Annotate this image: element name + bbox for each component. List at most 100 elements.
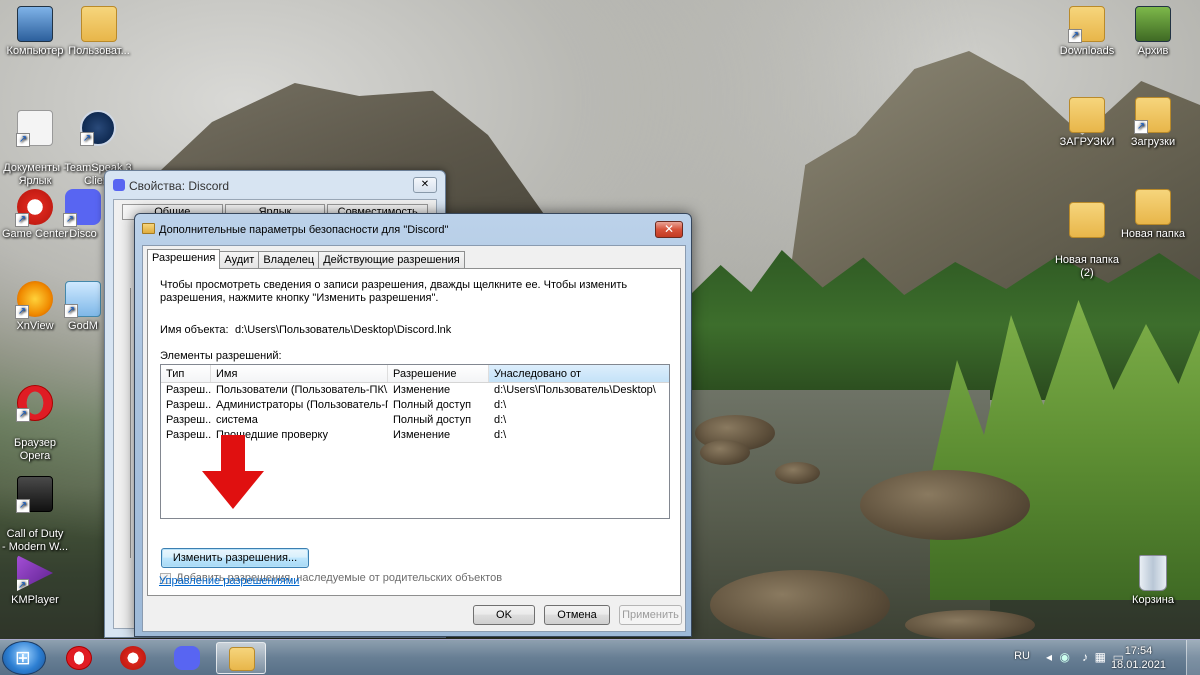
- show-hidden-icons[interactable]: ◂: [1046, 650, 1052, 664]
- kmplayer-icon: [17, 555, 53, 591]
- clock-date: 18.01.2021: [1110, 659, 1166, 671]
- desktop-icon-discord[interactable]: Disco: [60, 189, 106, 241]
- downloads-folder-icon: [1068, 6, 1105, 43]
- object-name-value: d:\Users\Пользователь\Desktop\Discord.ln…: [235, 324, 452, 336]
- cell-type: Разреш...: [166, 414, 211, 426]
- cell-type: Разреш...: [166, 399, 211, 411]
- desktop-icon-godmode[interactable]: GodM: [60, 281, 106, 333]
- xnview-icon: [15, 281, 53, 319]
- volume-icon[interactable]: ♪: [1082, 650, 1088, 664]
- cell-type: Разреш...: [166, 384, 211, 396]
- desktop-icon-zagruzki-upper[interactable]: ЗАГРУЗКИ: [1052, 97, 1122, 149]
- wallpaper-rock: [905, 610, 1035, 640]
- column-inherited-from[interactable]: Унаследовано от: [489, 365, 669, 382]
- documents-shortcut-icon: [16, 110, 53, 147]
- manage-permissions-link[interactable]: Управление разрешениями: [159, 575, 299, 587]
- call-of-duty-icon: [16, 476, 53, 513]
- network-icon[interactable]: ▦: [1095, 650, 1106, 664]
- folder-icon: [142, 223, 155, 234]
- dialog-title: Дополнительные параметры безопасности дл…: [159, 224, 449, 236]
- column-name[interactable]: Имя: [211, 365, 388, 382]
- dialog-close-button[interactable]: ✕: [655, 221, 683, 238]
- column-permission[interactable]: Разрешение: [388, 365, 489, 382]
- recycle-bin-icon: [1139, 555, 1167, 591]
- taskbar-game-center[interactable]: [108, 642, 158, 674]
- taskbar: RU ◂ ◉ ♪ ▦ ▭ 17:54 18.01.2021: [0, 639, 1200, 675]
- cell-permission: Полный доступ: [393, 414, 472, 426]
- dialog-tabs: Разрешения Аудит Владелец Действующие ра…: [147, 249, 465, 269]
- wallpaper-rock: [700, 440, 750, 465]
- start-button[interactable]: [2, 641, 46, 675]
- advanced-security-dialog[interactable]: Дополнительные параметры безопасности дл…: [134, 213, 692, 637]
- godmode-icon: [64, 281, 101, 318]
- discord-icon: [174, 646, 200, 670]
- folder-icon: [1134, 97, 1171, 134]
- desktop-icon-opera[interactable]: Браузер Opera: [0, 372, 70, 476]
- taskbar-explorer[interactable]: [216, 642, 266, 674]
- teamspeak-icon: [80, 110, 116, 146]
- desktop-icon-recycle-bin[interactable]: Корзина: [1118, 555, 1188, 607]
- security-icon[interactable]: ◉: [1060, 650, 1070, 664]
- clock-time: 17:54: [1124, 645, 1153, 657]
- apply-button[interactable]: Применить: [619, 605, 682, 625]
- desktop-icon-computer[interactable]: Компьютер: [0, 6, 70, 58]
- table-row[interactable]: Разреш... Администраторы (Пользователь-П…: [161, 398, 669, 413]
- cell-permission: Полный доступ: [393, 399, 472, 411]
- cell-inherited: d:\Users\Пользователь\Desktop\: [494, 384, 656, 396]
- wallpaper-rock: [860, 470, 1030, 540]
- table-row[interactable]: Разреш... Пользователи (Пользователь-ПК\…: [161, 383, 669, 398]
- game-center-icon: [15, 189, 53, 227]
- desktop-icon-call-of-duty[interactable]: Call of Duty - Modern W...: [0, 463, 70, 567]
- red-arrow-annotation: [202, 435, 264, 509]
- instructions-text: Чтобы просмотреть сведения о записи разр…: [160, 279, 628, 304]
- language-indicator[interactable]: RU: [1014, 650, 1030, 662]
- tab-audit[interactable]: Аудит: [219, 251, 260, 268]
- cell-name: система: [216, 414, 258, 426]
- cell-inherited: d:\: [494, 414, 507, 426]
- game-center-icon: [120, 646, 146, 670]
- desktop-icon-user-folder[interactable]: Пользоват...: [64, 6, 134, 58]
- computer-icon: [17, 6, 53, 42]
- cell-permission: Изменение: [393, 384, 451, 396]
- user-folder-icon: [81, 6, 117, 42]
- properties-close-button[interactable]: ✕: [413, 177, 437, 193]
- taskbar-opera[interactable]: [54, 642, 104, 674]
- wallpaper-rock: [710, 570, 890, 640]
- cell-name: Пользователи (Пользователь-ПК\...: [216, 384, 388, 396]
- tab-effective-permissions[interactable]: Действующие разрешения: [318, 251, 465, 268]
- cell-inherited: d:\: [494, 399, 507, 411]
- column-type[interactable]: Тип: [161, 365, 211, 382]
- opera-icon: [16, 385, 53, 422]
- cell-name: Администраторы (Пользователь-П...: [216, 399, 388, 411]
- desktop-icon-kmplayer[interactable]: KMPlayer: [0, 555, 70, 607]
- show-desktop-button[interactable]: [1186, 640, 1200, 675]
- tab-permissions[interactable]: Разрешения: [147, 249, 221, 269]
- desktop-icon-archive[interactable]: Архив: [1118, 6, 1188, 58]
- discord-icon: [63, 189, 101, 227]
- cell-inherited: d:\: [494, 429, 507, 441]
- taskbar-discord[interactable]: [162, 642, 212, 674]
- cell-permission: Изменение: [393, 429, 451, 441]
- wallpaper-rock: [775, 462, 820, 484]
- permission-entries-label: Элементы разрешений:: [160, 350, 282, 362]
- desktop-icon-new-folder-2[interactable]: Новая папка (2): [1052, 189, 1122, 293]
- desktop-icon-documents-shortcut[interactable]: Документы - Ярлык: [0, 97, 70, 201]
- explorer-icon: [229, 647, 255, 671]
- cancel-button[interactable]: Отмена: [544, 605, 610, 625]
- permissions-panel: Чтобы просмотреть сведения о записи разр…: [147, 268, 681, 596]
- change-permissions-button[interactable]: Изменить разрешения...: [161, 548, 309, 568]
- tab-owner[interactable]: Владелец: [258, 251, 320, 268]
- ok-button[interactable]: OK: [473, 605, 535, 625]
- list-header: Тип Имя Разрешение Унаследовано от: [161, 365, 669, 383]
- folder-icon: [1135, 189, 1171, 225]
- desktop-icon-downloads[interactable]: Downloads: [1052, 6, 1122, 58]
- desktop-icon-new-folder[interactable]: Новая папка: [1118, 189, 1188, 241]
- folder-icon: [1069, 202, 1105, 238]
- archive-icon: [1135, 6, 1171, 42]
- clock[interactable]: 17:54 18.01.2021: [1111, 644, 1166, 672]
- table-row[interactable]: Разреш... система Полный доступ d:\: [161, 413, 669, 428]
- desktop-icon-zagruzki[interactable]: Загрузки: [1118, 97, 1188, 149]
- object-name-label: Имя объекта:: [160, 324, 229, 336]
- opera-icon: [66, 646, 92, 670]
- folder-icon: [1069, 97, 1105, 133]
